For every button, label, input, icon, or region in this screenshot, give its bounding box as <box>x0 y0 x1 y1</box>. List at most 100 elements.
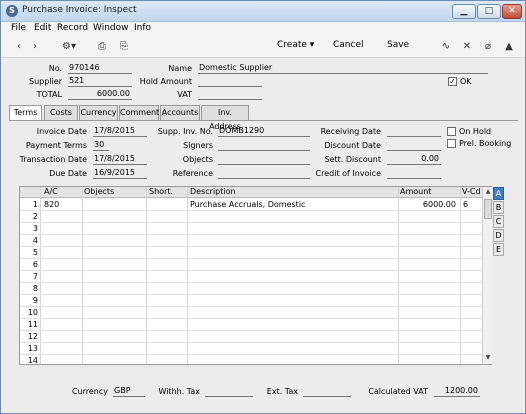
scroll-up-icon[interactable]: ▲ <box>484 188 492 196</box>
row-number: 5 <box>32 248 38 257</box>
tab-terms[interactable]: Terms <box>9 105 42 121</box>
prel-booking-checkbox[interactable] <box>447 139 456 148</box>
side-tab-b[interactable]: B <box>493 201 504 214</box>
cell-ac[interactable]: 820 <box>44 199 59 210</box>
next-record-icon[interactable]: › <box>27 39 43 55</box>
table-row[interactable]: 4 <box>20 235 482 247</box>
tab-costs[interactable]: Costs <box>44 105 78 120</box>
signers-label: Signers <box>183 141 213 150</box>
table-row[interactable]: 9 <box>20 295 482 307</box>
transaction-date-field[interactable]: 17/8/2015 <box>93 154 147 165</box>
hold-amount-field[interactable] <box>198 76 262 87</box>
toolbar: ‹ › ⚙▾ ⎙ ⎘ Create ▾ Cancel Save ∿ ✕ ⌀ ▲ <box>1 36 525 58</box>
scroll-down-icon[interactable]: ▼ <box>484 354 492 362</box>
discount-date-label: Discount Date <box>324 141 381 150</box>
scroll-thumb[interactable] <box>484 199 492 219</box>
row-number: 1 <box>32 200 38 209</box>
expand-icon[interactable]: ✕ <box>459 39 475 55</box>
objects-field[interactable] <box>218 154 310 165</box>
column-header-vcd: V-Cd <box>462 187 481 196</box>
receiving-date-field[interactable] <box>387 126 441 137</box>
menu-window[interactable]: Window <box>93 23 129 33</box>
table-row[interactable]: 5 <box>20 247 482 259</box>
invoice-date-field[interactable]: 17/8/2015 <box>93 126 147 137</box>
table-row[interactable]: 11 <box>20 319 482 331</box>
menu-edit[interactable]: Edit <box>34 23 51 33</box>
attachment-icon[interactable]: ⌀ <box>480 39 496 55</box>
close-button[interactable]: ✕ <box>502 4 522 19</box>
due-date-field[interactable]: 16/9/2015 <box>93 168 147 179</box>
table-row[interactable]: 14 <box>20 355 482 367</box>
row-number: 12 <box>27 332 38 341</box>
table-row[interactable]: 12 <box>20 331 482 343</box>
table-row[interactable]: 13 <box>20 343 482 355</box>
table-row[interactable]: 8 <box>20 283 482 295</box>
menu-info[interactable]: Info <box>134 23 151 33</box>
on-hold-checkbox[interactable] <box>447 127 456 136</box>
transaction-date-label: Transaction Date <box>19 155 87 164</box>
credit-of-invoice-field[interactable] <box>387 168 441 179</box>
total-field: 6000.00 <box>68 89 132 100</box>
name-label: Name <box>168 64 192 73</box>
side-tab-d[interactable]: D <box>493 229 504 242</box>
due-date-label: Due Date <box>49 169 87 178</box>
menu-file[interactable]: File <box>11 23 26 33</box>
invoice-rows-grid: A/C Objects Short. Description Amount V-… <box>19 186 492 367</box>
payment-terms-label: Payment Terms <box>25 141 87 150</box>
payment-terms-field[interactable]: 30 <box>93 140 109 151</box>
row-number: 2 <box>32 212 38 221</box>
cell-vcd[interactable]: 6 <box>463 199 468 210</box>
cell-amount[interactable]: 6000.00 <box>400 199 456 210</box>
no-label: No. <box>48 64 62 73</box>
print-preview-icon[interactable]: ⎘ <box>116 39 132 55</box>
header-fields: No. 970146 Name Domestic Supplier Suppli… <box>2 59 524 104</box>
currency-field[interactable]: GBP <box>113 386 145 397</box>
table-row[interactable]: 7 <box>20 271 482 283</box>
supp-inv-no-field[interactable]: DOMB1290 <box>218 126 310 137</box>
ok-checkbox[interactable]: ✓ <box>448 77 457 86</box>
create-button[interactable]: Create ▾ <box>277 40 314 50</box>
side-tab-e[interactable]: E <box>493 243 504 256</box>
column-header-description: Description <box>190 187 236 196</box>
tab-inv-address[interactable]: Inv. Address <box>201 105 249 131</box>
reference-field[interactable] <box>218 168 310 179</box>
purchase-invoice-window: S Purchase Invoice: Inspect ▁ □ ✕ File E… <box>0 0 526 414</box>
calculated-vat-field: 1200.00 <box>434 386 480 397</box>
side-tab-c[interactable]: C <box>493 215 504 228</box>
signers-field[interactable] <box>218 140 310 151</box>
table-row[interactable]: 2 <box>20 211 482 223</box>
previous-record-icon[interactable]: ‹ <box>11 39 27 55</box>
vat-field[interactable] <box>198 89 262 100</box>
settings-gear-icon[interactable]: ⚙▾ <box>58 39 80 55</box>
no-field[interactable]: 970146 <box>68 63 132 74</box>
cell-description[interactable]: Purchase Accruals, Domestic <box>190 199 305 210</box>
cancel-button[interactable]: Cancel <box>333 40 364 50</box>
side-tab-a[interactable]: A <box>493 187 504 200</box>
menu-record[interactable]: Record <box>57 23 88 33</box>
row-number: 11 <box>27 320 38 329</box>
save-button[interactable]: Save <box>387 40 409 50</box>
supplier-field[interactable]: 521 <box>68 76 132 87</box>
table-row[interactable]: 1 820 Purchase Accruals, Domestic 6000.00 6 <box>20 199 482 211</box>
row-number: 10 <box>27 308 38 317</box>
row-number: 14 <box>27 356 38 365</box>
tab-comment[interactable]: Comment <box>119 105 159 120</box>
table-row[interactable]: 6 <box>20 259 482 271</box>
table-row[interactable]: 10 <box>20 307 482 319</box>
tab-currency[interactable]: Currency <box>79 105 118 120</box>
sett-discount-label: Sett. Discount <box>324 155 381 164</box>
name-field[interactable]: Domestic Supplier <box>198 63 488 74</box>
table-row[interactable]: 3 <box>20 223 482 235</box>
maximize-button[interactable]: □ <box>477 4 501 19</box>
minimize-button[interactable]: ▁ <box>452 4 476 19</box>
hold-amount-label: Hold Amount <box>139 77 192 86</box>
menu-bar: File Edit Record Window Info <box>1 22 525 36</box>
graduation-cap-icon[interactable]: ▲ <box>501 39 517 55</box>
discount-date-field[interactable] <box>387 140 441 151</box>
prel-booking-label: Prel. Booking <box>459 139 512 148</box>
activity-icon[interactable]: ∿ <box>438 39 454 55</box>
sett-discount-field[interactable]: 0.00 <box>387 154 441 165</box>
tab-accounts[interactable]: Accounts <box>160 105 200 120</box>
grid-scrollbar[interactable]: ▲ ▼ <box>482 187 492 364</box>
print-icon[interactable]: ⎙ <box>94 39 110 55</box>
